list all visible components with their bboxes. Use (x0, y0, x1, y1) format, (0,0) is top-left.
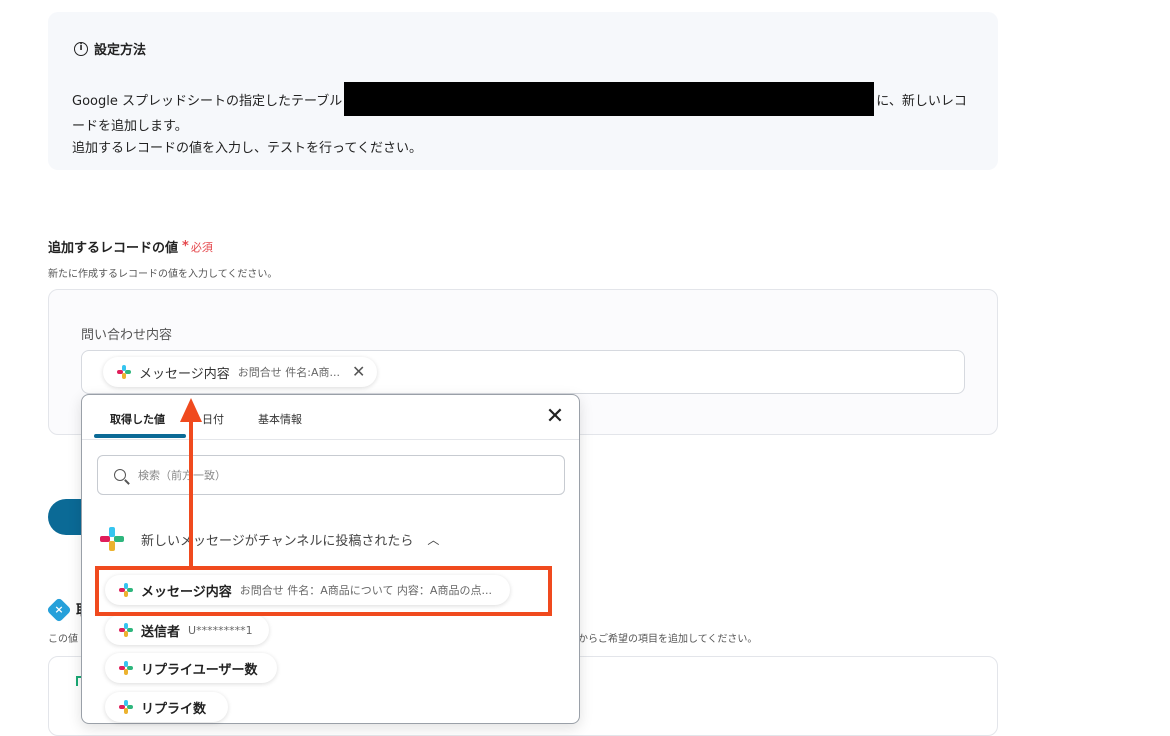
search-box[interactable] (97, 455, 565, 495)
background-help-right: からご希望の項目を追加してください。 (578, 634, 758, 645)
info-description: Google スプレッドシートの指定したテーブル に、新しいレコ ードを追加します… (72, 82, 978, 160)
chip-value: お問合せ 件名:A商... (237, 366, 340, 379)
slack-icon (100, 527, 124, 551)
slack-icon (117, 365, 131, 379)
trigger-group-header[interactable]: 新しいメッセージがチャンネルに投稿されたら ︿ (100, 527, 439, 551)
list-item[interactable]: リプライ数 (105, 692, 229, 722)
inquiry-content-label: 問い合わせ内容 (81, 328, 173, 343)
info-title-text: 設定方法 (94, 43, 147, 58)
search-icon (114, 469, 126, 481)
item-value: U*********1 (188, 623, 253, 637)
list-item[interactable]: メッセージ内容 お問合せ 件名：A商品について 内容：A商品の点... (105, 575, 510, 605)
annotation-arrow-line (189, 418, 193, 566)
info-line2: ードを追加します。 (72, 119, 188, 134)
list-item[interactable]: 送信者 U*********1 (105, 615, 269, 645)
item-name: リプライ数 (141, 701, 207, 717)
item-name: 送信者 (141, 624, 181, 640)
info-line1-before: Google スプレッドシートの指定したテーブル (72, 94, 343, 109)
redacted-block (344, 82, 875, 116)
chip-name: メッセージ内容 (139, 366, 230, 382)
selected-value-chip[interactable]: メッセージ内容 お問合せ 件名:A商... ✕ (103, 357, 378, 387)
active-tab-indicator (94, 434, 186, 438)
tab-date[interactable]: 日付 (202, 411, 224, 427)
item-name: メッセージ内容 (141, 584, 232, 600)
close-icon[interactable]: ✕ (352, 364, 365, 380)
slack-icon (119, 661, 133, 675)
item-value: お問合せ 件名：A商品について 内容：A商品の点... (239, 584, 492, 597)
field-help: 新たに作成するレコードの値を入力してください。 (48, 269, 278, 280)
annotation-arrow-head (180, 398, 202, 422)
slack-icon (119, 583, 133, 597)
info-icon: i (74, 41, 88, 56)
list-item[interactable]: リプライユーザー数 (105, 653, 278, 683)
info-title: i 設定方法 (74, 39, 146, 58)
info-line3: 追加するレコードの値を入力し、テストを行ってください。 (72, 141, 422, 156)
required-star: * (182, 239, 189, 254)
chevron-up-icon[interactable]: ︿ (427, 531, 439, 548)
item-name: リプライユーザー数 (141, 662, 258, 678)
field-label: 追加するレコードの値 * 必須 (48, 237, 213, 256)
info-line1-after: に、新しいレコ (876, 94, 967, 109)
group-title: 新しいメッセージがチャンネルに投稿されたら (141, 533, 414, 549)
app-icon-mark: × (54, 603, 64, 616)
slack-icon (119, 623, 133, 637)
required-text: 必須 (190, 240, 213, 254)
picker-tabs: 取得した値 日付 基本情報 (82, 395, 579, 440)
background-help-left: この値 (48, 634, 78, 645)
tab-basic-info[interactable]: 基本情報 (258, 411, 302, 427)
slack-icon (119, 700, 133, 714)
search-input[interactable] (136, 467, 520, 483)
close-dropdown-button[interactable]: ✕ (543, 405, 567, 429)
field-label-text: 追加するレコードの値 (48, 241, 179, 256)
tab-acquired-values[interactable]: 取得した値 (110, 411, 165, 427)
setup-info-box: i 設定方法 Google スプレッドシートの指定したテーブル に、新しいレコ ー… (48, 12, 998, 170)
